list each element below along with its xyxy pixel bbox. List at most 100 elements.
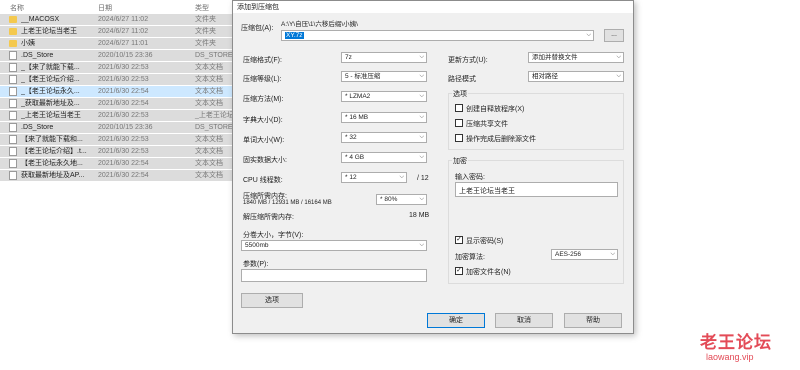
file-row[interactable]: 获取最新地址及AP... 2021/6/30 22:54 文本文档 <box>0 170 232 182</box>
params-label: 参数(P): <box>243 261 269 268</box>
file-row[interactable]: _上老王论坛当老王 2021/6/30 22:53 _上老王论坛 <box>0 110 234 122</box>
ok-button[interactable]: 确定 <box>427 313 485 328</box>
file-type: 文本文档 <box>195 148 223 155</box>
file-date: 2021/6/30 22:53 <box>98 112 149 119</box>
chevron-down-icon: ⌵ <box>586 32 591 38</box>
file-row[interactable]: 上老王论坛当老王 2024/6/27 11:02 文件夹 <box>0 26 232 38</box>
cancel-button[interactable]: 取消 <box>495 313 553 328</box>
file-name: _上老王论坛当老王 <box>21 112 81 119</box>
chevron-down-icon: ⌵ <box>419 154 424 160</box>
file-type: 文本文档 <box>195 88 223 95</box>
encryption-method-select[interactable]: AES-256 ⌵ <box>551 249 618 260</box>
file-name: 上老王论坛当老王 <box>21 28 77 35</box>
file-row[interactable]: _【老王论坛永久... 2021/6/30 22:54 文本文档 <box>0 86 232 98</box>
word-select[interactable]: * 32 ⌵ <box>341 132 427 143</box>
format-label: 压缩格式(F): <box>243 57 282 64</box>
sfx-label: 创建自释放程序(X) <box>466 106 525 113</box>
options-button[interactable]: 选项 <box>241 293 303 308</box>
chevron-down-icon: ⌵ <box>419 93 424 99</box>
file-type: DS_STORE <box>195 52 233 59</box>
file-row[interactable]: _获取最新地址及... 2021/6/30 22:54 文本文档 <box>0 98 232 110</box>
encryption-method-label: 加密算法: <box>455 254 485 261</box>
file-row[interactable]: 小姨 2024/6/27 11:01 文件夹 <box>0 38 232 50</box>
chevron-down-icon: ⌵ <box>616 73 621 79</box>
encrypt-names-label: 加密文件名(N) <box>466 269 511 276</box>
method-select[interactable]: * LZMA2 ⌵ <box>341 91 427 102</box>
file-type: 文本文档 <box>195 160 223 167</box>
level-select[interactable]: 5 - 标准压缩 ⌵ <box>341 71 427 82</box>
chevron-down-icon: ⌵ <box>419 134 424 140</box>
file-name: 【老王论坛永久地... <box>21 160 83 167</box>
watermark-logo: 老王论坛 <box>700 333 772 352</box>
file-row[interactable]: _【来了就能下载... 2021/6/30 22:53 文本文档 <box>0 62 232 74</box>
file-row[interactable]: 【老王论坛永久地... 2021/6/30 22:54 文本文档 <box>0 158 232 170</box>
memory-select[interactable]: * 80% ⌵ <box>376 194 427 205</box>
params-input[interactable] <box>241 269 427 282</box>
file-icon <box>9 63 17 72</box>
file-icon <box>9 135 17 144</box>
chevron-down-icon: ⌵ <box>616 54 621 60</box>
file-name: 【老王论坛介绍】.t... <box>21 148 87 155</box>
dict-label: 字典大小(D): <box>243 117 283 124</box>
sfx-checkbox[interactable] <box>455 104 463 112</box>
folder-icon <box>9 40 17 47</box>
format-select[interactable]: 7z ⌵ <box>341 52 427 63</box>
file-date: 2024/6/27 11:02 <box>98 16 149 23</box>
file-date: 2024/6/27 11:01 <box>98 40 149 47</box>
column-header-type[interactable]: 类型 <box>195 3 209 13</box>
file-date: 2021/6/30 22:54 <box>98 100 149 107</box>
solid-label: 固实数据大小: <box>243 157 287 164</box>
memory-detail: 1840 MB / 12931 MB / 16164 MB <box>243 200 332 206</box>
options-group-title: 选项 <box>452 89 468 99</box>
file-icon <box>9 75 17 84</box>
solid-select[interactable]: * 4 GB ⌵ <box>341 152 427 163</box>
delete-after-checkbox[interactable] <box>455 134 463 142</box>
encrypt-names-checkbox[interactable]: ✓ <box>455 267 463 275</box>
threads-label: CPU 线程数: <box>243 177 283 184</box>
folder-icon <box>9 16 17 23</box>
dialog-titlebar[interactable]: 添加到压缩包 <box>233 1 633 13</box>
file-type: 文件夹 <box>195 28 216 35</box>
update-mode-select[interactable]: 添加并替换文件 ⌵ <box>528 52 624 63</box>
archive-name-input[interactable]: XY.7z ⌵ <box>281 30 594 41</box>
chevron-down-icon: ⌵ <box>419 114 424 120</box>
path-mode-select[interactable]: 相对路径 ⌵ <box>528 71 624 82</box>
file-type: 文本文档 <box>195 100 223 107</box>
password-input[interactable]: 上老王论坛当老王 <box>455 182 618 197</box>
shared-files-checkbox[interactable] <box>455 119 463 127</box>
dict-select[interactable]: * 16 MB ⌵ <box>341 112 427 123</box>
dialog-title: 添加到压缩包 <box>237 4 279 11</box>
file-icon <box>9 111 17 120</box>
file-row[interactable]: .DS_Store 2020/10/15 23:36 DS_STORE <box>0 50 233 62</box>
threads-select[interactable]: * 12 ⌵ <box>341 172 407 183</box>
file-row[interactable]: _【老王论坛介绍... 2021/6/30 22:53 文本文档 <box>0 74 232 86</box>
chevron-down-icon: ⌵ <box>419 73 424 79</box>
file-date: 2021/6/30 22:53 <box>98 64 149 71</box>
decompress-memory-label: 解压缩所需内存: <box>243 214 294 221</box>
column-header-name[interactable]: 名称 <box>10 3 24 13</box>
file-row[interactable]: 【来了就能下载和... 2021/6/30 22:53 文本文档 <box>0 134 232 146</box>
column-header-date[interactable]: 日期 <box>98 3 112 13</box>
add-to-archive-dialog: 添加到压缩包 压缩包(A): A:\Y\自压\1\六移后缀\小姨\ XY.7z … <box>232 0 634 334</box>
word-label: 单词大小(W): <box>243 137 285 144</box>
file-date: 2024/6/27 11:02 <box>98 28 149 35</box>
file-icon <box>9 51 17 60</box>
file-name: _【老王论坛介绍... <box>21 76 80 83</box>
file-row[interactable]: .DS_Store 2020/10/15 23:36 DS_STORE <box>0 122 233 134</box>
encryption-group-title: 加密 <box>452 156 468 166</box>
file-name: 【来了就能下载和... <box>21 136 83 143</box>
split-size-input[interactable]: 5500mb ⌵ <box>241 240 427 251</box>
path-mode-label: 路径模式 <box>448 76 476 83</box>
chevron-down-icon: ⌵ <box>419 54 424 60</box>
help-button[interactable]: 帮助 <box>564 313 622 328</box>
browse-button[interactable]: ... <box>604 29 624 42</box>
file-date: 2020/10/15 23:36 <box>98 124 153 131</box>
file-row[interactable]: 【老王论坛介绍】.t... 2021/6/30 22:53 文本文档 <box>0 146 232 158</box>
file-name: 小姨 <box>21 40 35 47</box>
file-row[interactable]: __MACOSX 2024/6/27 11:02 文件夹 <box>0 14 232 26</box>
update-mode-label: 更新方式(U): <box>448 57 488 64</box>
file-type: 文件夹 <box>195 40 216 47</box>
show-password-checkbox[interactable]: ✓ <box>455 236 463 244</box>
watermark-url: laowang.vip <box>706 352 754 362</box>
file-type: 文本文档 <box>195 76 223 83</box>
